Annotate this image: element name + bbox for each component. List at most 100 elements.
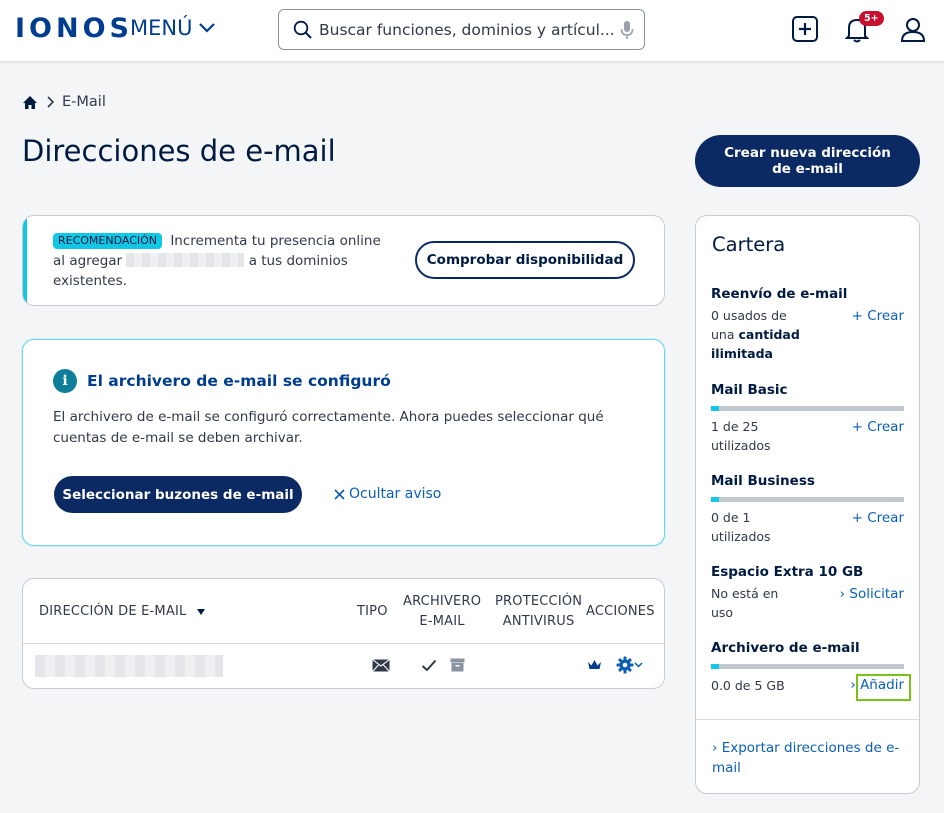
forwarding-create-label: Crear xyxy=(867,308,904,324)
extra-space-status-line1: No está en xyxy=(711,586,779,601)
info-icon: i xyxy=(53,369,77,393)
mail-business-usage-bar xyxy=(711,497,904,502)
recommendation-badge: RECOMENDACIÓN xyxy=(53,233,163,249)
forwarding-usage-line1: 0 usados de xyxy=(711,308,787,323)
mail-business-create-link[interactable]: + Crear xyxy=(852,510,904,526)
column-address[interactable]: DIRECCIÓN DE E-MAIL xyxy=(39,602,206,622)
breadcrumb: E-Mail xyxy=(22,94,106,110)
create-email-button[interactable]: Crear nueva dirección de e-mail xyxy=(695,135,920,187)
search-icon xyxy=(293,20,312,39)
chevron-down-icon xyxy=(199,23,216,33)
mail-business-create-label: Crear xyxy=(867,510,904,526)
chevron-right-icon: › xyxy=(839,586,846,602)
extra-space-status: No está en uso xyxy=(711,584,778,622)
mail-basic-usage-fill xyxy=(711,406,719,411)
recommendation-card: RECOMENDACIÓN Incrementa tu presencia on… xyxy=(22,215,665,306)
mail-basic-usage: 1 de 25 utilizados xyxy=(711,417,771,455)
mail-basic-usage-bar xyxy=(711,406,904,411)
forwarding-title: Reenvío de e-mail xyxy=(711,286,848,302)
info-body: El archivero de e-mail se configuró corr… xyxy=(53,409,604,446)
mail-basic-create-link[interactable]: + Crear xyxy=(852,419,904,435)
forwarding-usage: 0 usados de una cantidad ilimitada xyxy=(711,306,800,363)
checkmark-icon xyxy=(418,654,440,676)
column-actions: ACCIONES xyxy=(586,604,655,619)
mail-business-usage-line1: 0 de 1 xyxy=(711,510,751,525)
email-table: DIRECCIÓN DE E-MAIL TIPO ARCHIVERO E-MAI… xyxy=(22,578,665,689)
mail-basic-title: Mail Basic xyxy=(711,382,788,398)
mail-basic-usage-line2: utilizados xyxy=(711,438,771,453)
portfolio-panel: Cartera Reenvío de e-mail 0 usados de un… xyxy=(695,215,920,794)
export-addresses-label: Exportar direcciones de e-mail xyxy=(712,740,900,776)
highlight-box xyxy=(856,674,911,701)
ionos-logo[interactable]: IONOS xyxy=(15,13,133,44)
portfolio-title: Cartera xyxy=(712,233,786,256)
column-protection: PROTECCIÓN ANTIVIRUS xyxy=(495,592,582,632)
export-addresses-link[interactable]: › Exportar direcciones de e-mail xyxy=(712,738,902,778)
email-archive-usage-fill xyxy=(711,664,719,669)
chevron-right-icon: › xyxy=(850,677,856,693)
email-archive-title: Archivero de e-mail xyxy=(711,640,860,656)
column-type: TIPO xyxy=(357,604,388,619)
hide-notice-link[interactable]: Ocultar aviso xyxy=(334,486,441,502)
select-mailboxes-button[interactable]: Seleccionar buzones de e-mail xyxy=(54,476,302,513)
home-icon[interactable] xyxy=(22,95,38,110)
top-header: IONOS MENÚ 5+ xyxy=(0,0,944,61)
menu-label: MENÚ xyxy=(130,16,193,40)
plus-icon: + xyxy=(851,419,863,435)
page-title: Direcciones de e-mail xyxy=(22,134,336,168)
menu-button[interactable]: MENÚ xyxy=(130,16,216,40)
extra-space-title: Espacio Extra 10 GB xyxy=(711,564,864,580)
search-input[interactable] xyxy=(319,20,620,39)
extra-space-request-label: Solicitar xyxy=(849,586,904,602)
extra-space-request-link[interactable]: › Solicitar xyxy=(840,586,904,602)
info-title-text: El archivero de e-mail se configuró xyxy=(87,372,391,390)
plus-icon: + xyxy=(851,308,863,324)
breadcrumb-current[interactable]: E-Mail xyxy=(62,94,106,110)
info-title: i El archivero de e-mail se configuró xyxy=(53,369,391,393)
chevron-down-icon xyxy=(633,662,643,668)
mail-business-usage-fill xyxy=(711,497,719,502)
close-icon xyxy=(334,488,345,500)
notifications-badge: 5+ xyxy=(859,11,884,26)
column-protection-line1: PROTECCIÓN xyxy=(495,594,583,609)
forwarding-usage-line3-text: ilimitada xyxy=(711,346,773,361)
forwarding-usage-line2b: cantidad xyxy=(738,327,800,342)
crown-icon xyxy=(583,654,605,676)
add-icon[interactable] xyxy=(790,14,820,44)
redacted-email-address xyxy=(35,655,223,677)
chevron-right-icon xyxy=(47,96,54,108)
column-protection-line2: ANTIVIRUS xyxy=(502,614,575,629)
column-archive: ARCHIVERO E-MAIL xyxy=(403,592,481,632)
column-archive-line1: ARCHIVERO xyxy=(403,594,482,609)
mail-basic-usage-line1: 1 de 25 xyxy=(711,419,759,434)
mail-business-usage-line2: utilizados xyxy=(711,529,771,544)
recommendation-accent-bar xyxy=(23,216,27,305)
microphone-icon[interactable] xyxy=(620,20,634,40)
gear-icon xyxy=(616,656,633,674)
extra-space-status-line2: uso xyxy=(711,605,734,620)
notifications-bell-icon[interactable]: 5+ xyxy=(842,11,884,44)
email-archive-usage-bar xyxy=(711,664,904,669)
hide-notice-label: Ocultar aviso xyxy=(349,486,442,502)
search-box[interactable] xyxy=(278,9,645,50)
column-address-label: DIRECCIÓN DE E-MAIL xyxy=(39,604,187,619)
mail-business-usage: 0 de 1 utilizados xyxy=(711,508,771,546)
portfolio-divider xyxy=(696,719,919,720)
forwarding-usage-line2: una cantidad xyxy=(711,325,800,344)
archive-info-card: i El archivero de e-mail se configuró El… xyxy=(22,339,665,546)
plus-icon: + xyxy=(851,510,863,526)
table-header-divider xyxy=(23,643,664,644)
recommendation-text: RECOMENDACIÓN Incrementa tu presencia on… xyxy=(53,231,393,291)
user-account-icon[interactable] xyxy=(898,14,928,44)
sort-down-icon xyxy=(197,609,206,615)
check-availability-button[interactable]: Comprobar disponibilidad xyxy=(415,241,635,279)
forwarding-create-link[interactable]: + Crear xyxy=(852,308,904,324)
archive-box-icon xyxy=(446,654,468,676)
chevron-right-icon: › xyxy=(712,740,718,756)
row-actions-menu[interactable] xyxy=(610,654,648,676)
mail-envelope-icon xyxy=(370,654,392,676)
column-archive-line2: E-MAIL xyxy=(419,614,465,629)
mail-basic-create-label: Crear xyxy=(867,419,904,435)
redacted-domain xyxy=(126,253,245,267)
forwarding-usage-line3: ilimitada xyxy=(711,344,800,363)
